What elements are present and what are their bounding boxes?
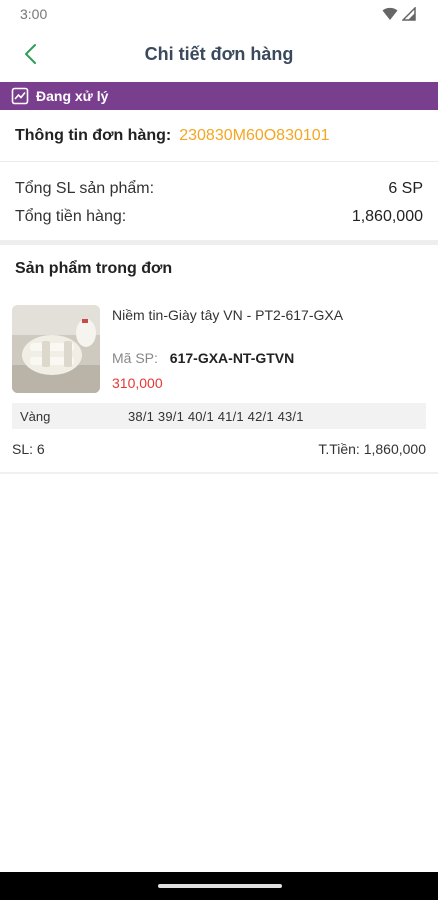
section-divider (0, 240, 438, 245)
total-qty-row: Tổng SL sản phẩm: 6 SP (15, 175, 423, 203)
card-divider (0, 472, 438, 474)
status-bar: 3:00 (0, 0, 438, 30)
product-total: T.Tiền: 1,860,000 (318, 441, 426, 457)
system-nav-bar (0, 872, 438, 900)
product-variant-row: Vàng 38/1 39/1 40/1 41/1 42/1 43/1 (12, 403, 426, 429)
status-time: 3:00 (20, 6, 48, 22)
total-qty-value: 6 SP (388, 180, 423, 197)
total-amount-row: Tổng tiền hàng: 1,860,000 (15, 203, 423, 231)
wifi-icon (382, 7, 398, 26)
product-image (12, 305, 100, 393)
total-qty-label: Tổng SL sản phẩm: (15, 180, 155, 197)
chart-icon (10, 86, 30, 106)
products-section-title: Sản phẩm trong đơn (15, 260, 173, 277)
home-handle[interactable] (158, 884, 282, 888)
product-name: Niềm tin-Giày tây VN - PT2-617-GXA (112, 307, 344, 323)
order-status-banner: Đang xử lý (0, 82, 438, 110)
product-sku-row: Mã SP: 617-GXA-NT-GTVN (112, 350, 294, 366)
product-sku: 617-GXA-NT-GTVN (169, 350, 295, 366)
app-header: Chi tiết đơn hàng (0, 30, 438, 82)
page-title: Chi tiết đơn hàng (144, 44, 294, 64)
product-price: 310,000 (112, 375, 163, 391)
product-footer: SL: 6 T.Tiền: 1,860,000 (12, 441, 426, 457)
total-amount-label: Tổng tiền hàng: (15, 208, 127, 225)
product-card[interactable]: Niềm tin-Giày tây VN - PT2-617-GXA Mã SP… (0, 295, 438, 475)
status-icons (382, 6, 416, 26)
product-sku-label: Mã SP: (112, 350, 158, 366)
total-amount-value: 1,860,000 (351, 208, 423, 225)
order-info-label: Thông tin đơn hàng: (15, 126, 172, 144)
order-status-label: Đang xử lý (36, 88, 109, 104)
order-info: Thông tin đơn hàng: 230830M60O830101 (0, 110, 438, 162)
order-code: 230830M60O830101 (179, 126, 330, 144)
variant-color: Vàng (20, 408, 51, 424)
product-qty: SL: 6 (12, 441, 45, 457)
order-summary: Tổng SL sản phẩm: 6 SP Tổng tiền hàng: 1… (0, 163, 438, 241)
variant-sizes: 38/1 39/1 40/1 41/1 42/1 43/1 (128, 408, 304, 424)
signal-icon (401, 6, 416, 26)
